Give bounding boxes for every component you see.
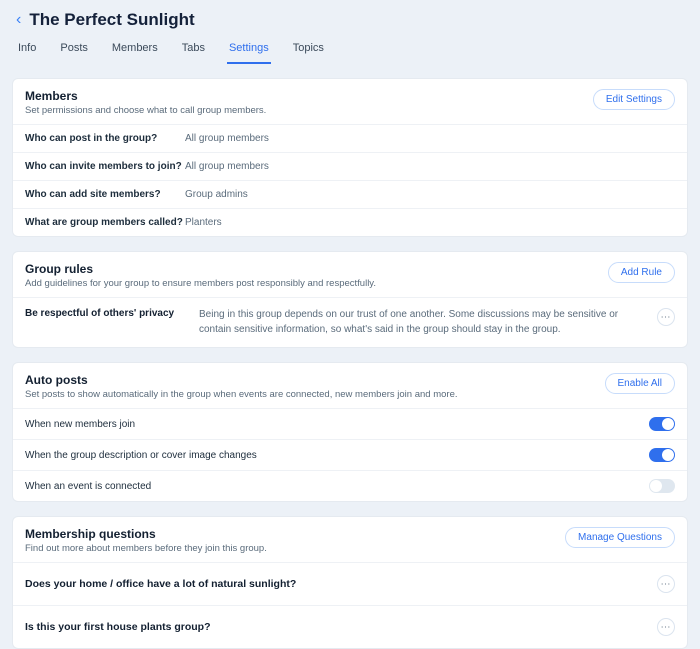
rule-title: Be respectful of others' privacy [25, 308, 185, 319]
members-desc: Set permissions and choose what to call … [25, 105, 266, 116]
auto-post-label: When the group description or cover imag… [25, 450, 257, 461]
manage-questions-button[interactable]: Manage Questions [565, 527, 675, 548]
more-icon[interactable]: ⋯ [657, 308, 675, 326]
add-rule-button[interactable]: Add Rule [608, 262, 675, 283]
toggle[interactable] [649, 417, 675, 431]
toggle-knob [662, 418, 674, 430]
tab-members[interactable]: Members [110, 42, 160, 64]
auto-posts-card: Auto posts Set posts to show automatical… [12, 362, 688, 502]
edit-settings-button[interactable]: Edit Settings [593, 89, 675, 110]
members-row-label: What are group members called? [25, 217, 185, 228]
members-row-value: All group members [185, 161, 269, 172]
members-row-label: Who can add site members? [25, 189, 185, 200]
members-row-value: All group members [185, 133, 269, 144]
page-header: ‹ The Perfect Sunlight [12, 0, 688, 30]
members-row-value: Planters [185, 217, 222, 228]
auto-post-label: When new members join [25, 419, 135, 430]
rule-body: Being in this group depends on our trust… [199, 308, 643, 337]
questions-title: Membership questions [25, 527, 267, 541]
auto-post-row: When an event is connected [13, 470, 687, 501]
members-row-value: Group admins [185, 189, 248, 200]
members-row: Who can invite members to join?All group… [13, 152, 687, 180]
page-title: The Perfect Sunlight [29, 10, 194, 30]
more-icon[interactable]: ⋯ [657, 575, 675, 593]
members-row-label: Who can invite members to join? [25, 161, 185, 172]
more-icon[interactable]: ⋯ [657, 618, 675, 636]
auto-desc: Set posts to show automatically in the g… [25, 389, 458, 400]
questions-desc: Find out more about members before they … [25, 543, 267, 554]
members-title: Members [25, 89, 266, 103]
toggle-knob [662, 449, 674, 461]
rules-desc: Add guidelines for your group to ensure … [25, 278, 376, 289]
toggle[interactable] [649, 479, 675, 493]
auto-post-row: When new members join [13, 408, 687, 439]
enable-all-button[interactable]: Enable All [605, 373, 675, 394]
back-icon[interactable]: ‹ [16, 12, 21, 28]
members-row-label: Who can post in the group? [25, 133, 185, 144]
members-row: What are group members called?Planters [13, 208, 687, 236]
tab-tabs[interactable]: Tabs [180, 42, 207, 64]
members-row: Who can add site members?Group admins [13, 180, 687, 208]
rule-row: Be respectful of others' privacy Being in… [13, 297, 687, 347]
members-card: Members Set permissions and choose what … [12, 78, 688, 237]
questions-card: Membership questions Find out more about… [12, 516, 688, 649]
tab-settings[interactable]: Settings [227, 42, 271, 64]
tab-posts[interactable]: Posts [58, 42, 90, 64]
toggle-knob [650, 480, 662, 492]
tab-topics[interactable]: Topics [291, 42, 326, 64]
question-row: Does your home / office have a lot of na… [13, 562, 687, 605]
tab-info[interactable]: Info [16, 42, 38, 64]
auto-title: Auto posts [25, 373, 458, 387]
auto-post-row: When the group description or cover imag… [13, 439, 687, 470]
rules-card: Group rules Add guidelines for your grou… [12, 251, 688, 348]
auto-post-label: When an event is connected [25, 481, 151, 492]
members-row: Who can post in the group?All group memb… [13, 124, 687, 152]
tabs-bar: Info Posts Members Tabs Settings Topics [12, 30, 688, 64]
rules-title: Group rules [25, 262, 376, 276]
toggle[interactable] [649, 448, 675, 462]
question-label: Is this your first house plants group? [25, 621, 211, 633]
question-row: Is this your first house plants group? ⋯ [13, 605, 687, 648]
question-label: Does your home / office have a lot of na… [25, 578, 296, 590]
